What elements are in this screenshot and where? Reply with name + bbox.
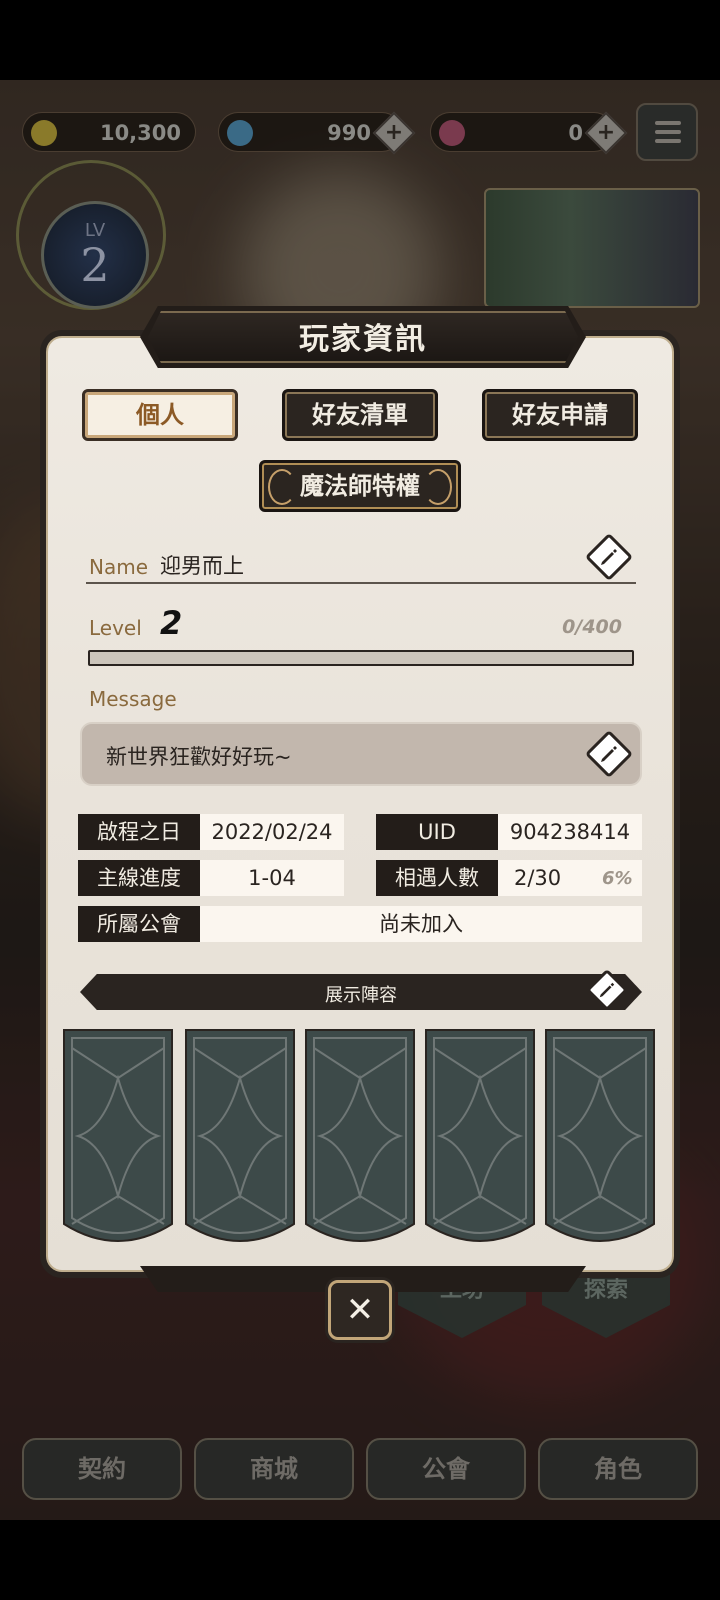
- event-banner[interactable]: [484, 188, 700, 308]
- empty-slot-icon: [63, 1029, 173, 1242]
- xp-progress-text: 0/400: [562, 616, 622, 638]
- hamburger-icon: [655, 121, 681, 125]
- plus-icon: +: [596, 120, 616, 145]
- level-label: Level: [89, 616, 142, 640]
- lineup-slot[interactable]: [184, 1028, 296, 1246]
- level-badge-number: 2: [80, 238, 110, 292]
- story-progress-value: 1-04: [200, 860, 344, 896]
- start-date-label: 啟程之日: [78, 814, 200, 850]
- tab-personal[interactable]: 個人: [82, 389, 238, 441]
- plus-icon: +: [384, 120, 404, 145]
- player-level: 2: [160, 604, 183, 642]
- gold-counter: 10,300: [22, 112, 196, 152]
- nav-character[interactable]: 角色: [538, 1438, 698, 1500]
- empty-slot-icon: [305, 1029, 415, 1242]
- encounter-count-label: 相遇人數: [376, 860, 498, 896]
- navigation-bar-area: [0, 1520, 720, 1600]
- xp-progress-bar: [88, 650, 634, 666]
- name-label: Name: [89, 555, 149, 579]
- pink-gem-amount: 0: [568, 121, 583, 145]
- gold-amount: 10,300: [99, 121, 181, 145]
- nav-contract[interactable]: 契約: [22, 1438, 182, 1500]
- nav-contract-label: 契約: [78, 1455, 126, 1483]
- nav-guild-label: 公會: [422, 1455, 470, 1483]
- empty-slot-icon: [185, 1029, 295, 1242]
- lineup-header-label: 展示陣容: [325, 985, 397, 1006]
- uid-value[interactable]: 904238414: [498, 814, 642, 850]
- lineup-slot[interactable]: [424, 1028, 536, 1246]
- player-name: 迎男而上: [160, 554, 244, 578]
- message-label: Message: [89, 687, 177, 711]
- blue-gem-icon: [227, 120, 253, 146]
- level-orb: LV 2: [41, 201, 149, 309]
- nav-character-label: 角色: [594, 1455, 642, 1483]
- close-button[interactable]: ✕: [328, 1280, 392, 1340]
- nav-shop-label: 商城: [250, 1455, 298, 1483]
- player-message: 新世界狂歡好好玩~: [106, 745, 292, 769]
- dialog-title: 玩家資訊: [299, 322, 427, 357]
- nav-guild[interactable]: 公會: [366, 1438, 526, 1500]
- empty-slot-icon: [425, 1029, 535, 1242]
- start-date-value: 2022/02/24: [200, 814, 344, 850]
- pink-gem-icon: [439, 120, 465, 146]
- gold-coin-icon: [31, 120, 57, 146]
- guild-label: 所屬公會: [78, 906, 200, 942]
- guild-value: 尚未加入: [200, 906, 642, 942]
- lineup-slot[interactable]: [62, 1028, 174, 1246]
- close-icon: ✕: [345, 1290, 375, 1330]
- encounter-percent: 6%: [602, 868, 633, 889]
- pencil-icon: [601, 746, 617, 762]
- uid-label: UID: [376, 814, 498, 850]
- message-box: 新世界狂歡好好玩~: [80, 722, 642, 786]
- menu-button[interactable]: [636, 103, 698, 161]
- gem-amount: 990: [327, 121, 371, 145]
- tab-wizard-privilege[interactable]: 魔法師特權: [259, 460, 461, 512]
- name-underline: [86, 582, 636, 584]
- laurel-right-icon: [424, 469, 452, 505]
- gem-counter[interactable]: 990 +: [218, 111, 416, 155]
- pink-gem-counter[interactable]: 0 +: [430, 111, 628, 155]
- pencil-icon: [601, 549, 617, 565]
- lineup-slot[interactable]: [304, 1028, 416, 1246]
- pencil-icon: [599, 982, 615, 998]
- laurel-left-icon: [268, 469, 296, 505]
- tab-friend-list[interactable]: 好友清單: [282, 389, 438, 441]
- story-progress-label: 主線進度: [78, 860, 200, 896]
- nav-shop[interactable]: 商城: [194, 1438, 354, 1500]
- player-level-badge[interactable]: LV 2: [16, 160, 166, 310]
- hamburger-icon-line: [655, 130, 681, 134]
- status-bar-area: [0, 0, 720, 80]
- empty-slot-icon: [545, 1029, 655, 1242]
- tab-friend-requests[interactable]: 好友申請: [482, 389, 638, 441]
- hamburger-icon-line: [655, 139, 681, 143]
- lineup-slot[interactable]: [544, 1028, 656, 1246]
